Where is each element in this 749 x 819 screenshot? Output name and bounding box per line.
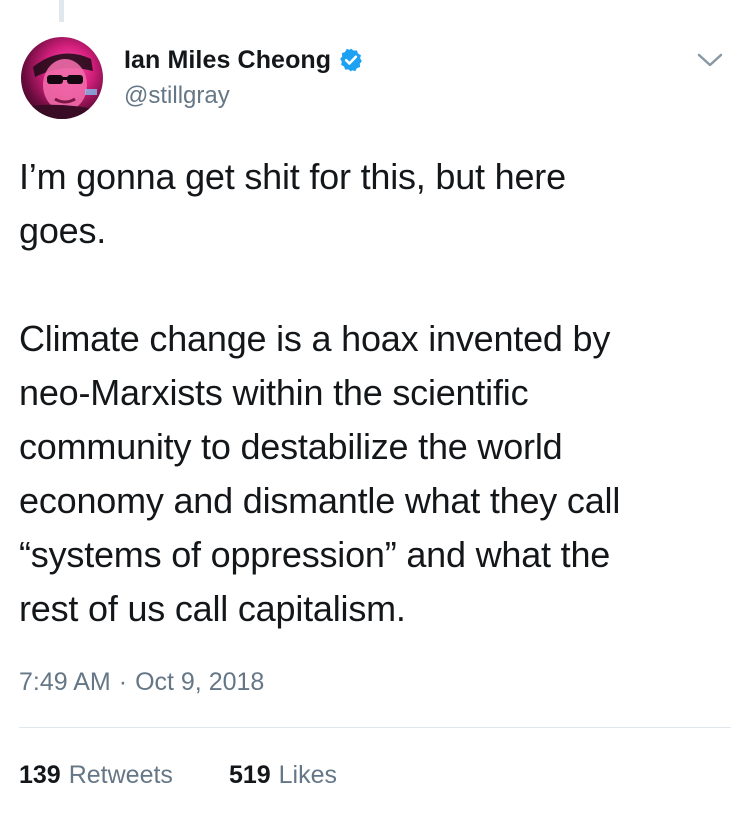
avatar[interactable] — [21, 37, 103, 119]
tweet-body-text: I’m gonna get shit for this, but here go… — [19, 156, 621, 629]
tweet-time[interactable]: 7:49 AM — [19, 668, 111, 697]
tweet-timestamp[interactable]: 7:49 AM · Oct 9, 2018 — [19, 665, 264, 699]
verified-badge-icon — [338, 47, 364, 73]
retweets-label[interactable]: Retweets — [69, 761, 173, 790]
author-name-row[interactable]: Ian Miles Cheong — [124, 42, 364, 78]
author-handle[interactable]: @stillgray — [124, 82, 230, 110]
avatar-image — [21, 53, 103, 119]
likes-count[interactable]: 519 — [229, 761, 271, 790]
chevron-down-icon[interactable] — [696, 50, 724, 70]
tweet-stats: 139 Retweets 519 Likes — [19, 758, 337, 792]
likes-stat[interactable]: 519 Likes — [229, 761, 337, 790]
divider — [19, 727, 731, 728]
retweets-stat[interactable]: 139 Retweets — [19, 761, 173, 790]
likes-label[interactable]: Likes — [279, 761, 337, 790]
author-display-name[interactable]: Ian Miles Cheong — [124, 46, 331, 75]
tweet-date[interactable]: Oct 9, 2018 — [135, 668, 264, 697]
meta-separator: · — [118, 667, 128, 696]
retweets-count[interactable]: 139 — [19, 761, 61, 790]
thread-connector-line — [59, 0, 64, 22]
